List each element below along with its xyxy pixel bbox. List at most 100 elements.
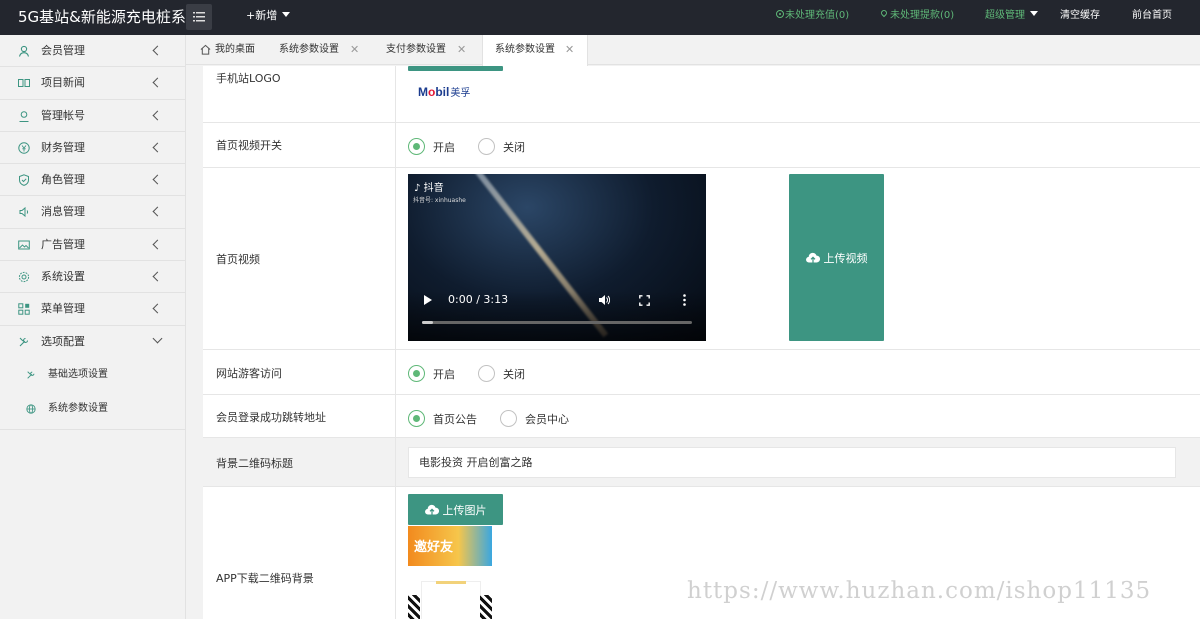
column-divider	[395, 395, 396, 437]
sidebar-item-label: 选项配置	[41, 334, 85, 348]
close-icon[interactable]: ✕	[350, 35, 359, 65]
picture-icon	[18, 239, 30, 251]
sidebar-item-messages[interactable]: 消息管理	[0, 196, 185, 229]
cloud-upload-icon	[805, 252, 820, 263]
sidebar-item-finance[interactable]: 财务管理	[0, 132, 185, 165]
sidebar-item-menus[interactable]: 菜单管理	[0, 293, 185, 326]
chevron-left-icon	[152, 271, 163, 282]
radio-unchecked-icon	[478, 365, 495, 382]
chevron-left-icon	[152, 110, 163, 121]
pending-recharge-link[interactable]: 未处理充值(0)	[776, 0, 849, 35]
yen-icon	[18, 142, 30, 154]
cloud-upload-icon	[424, 504, 439, 515]
sidebar-item-news[interactable]: 项目新闻	[0, 67, 185, 100]
radio-label: 关闭	[503, 368, 525, 381]
chevron-left-icon	[152, 77, 163, 88]
sidebar-item-roles[interactable]: 角色管理	[0, 164, 185, 197]
video-progress-fill	[422, 321, 433, 324]
brand-title: 5G基站&新能源充电桩系	[18, 8, 185, 26]
location-icon	[879, 8, 889, 18]
form-row-guest-access: 网站游客访问 开启 关闭	[203, 350, 1200, 395]
tab-system-params-active[interactable]: 系统参数设置 ✕	[482, 35, 588, 66]
sidebar-item-options[interactable]: 选项配置	[0, 326, 185, 358]
radio-checked-icon	[408, 365, 425, 382]
upload-image-button[interactable]: 上传图片	[408, 494, 503, 525]
tab-label: 系统参数设置	[279, 44, 339, 55]
thumbnail-title: 邀好友	[414, 540, 454, 555]
tab-bar: 我的桌面 系统参数设置 ✕ 支付参数设置 ✕ 系统参数设置 ✕	[186, 35, 1200, 66]
frontend-home-link[interactable]: 前台首页	[1132, 0, 1172, 35]
video-time: 0:00 / 3:13	[448, 293, 509, 306]
record-icon	[776, 10, 784, 18]
upload-logo-button[interactable]	[408, 66, 503, 71]
tab-home[interactable]: 我的桌面	[186, 35, 268, 65]
tab-label: 系统参数设置	[495, 44, 555, 55]
sidebar-item-label: 系统设置	[41, 270, 85, 284]
sidebar-item-label: 管理帐号	[41, 108, 85, 122]
admin-menu[interactable]: 超级管理	[985, 0, 1038, 35]
tool-icon	[26, 370, 36, 380]
sidebar-item-system[interactable]: 系统设置	[0, 261, 185, 294]
radio-unchecked-icon	[478, 138, 495, 155]
radio-label: 会员中心	[525, 413, 569, 426]
radio-label: 首页公告	[433, 413, 477, 426]
sidebar-item-members[interactable]: 会员管理	[0, 35, 185, 68]
menu-toggle-button[interactable]	[186, 4, 212, 30]
close-icon[interactable]: ✕	[565, 35, 574, 65]
home-icon	[200, 44, 211, 55]
fullscreen-icon[interactable]	[639, 295, 650, 306]
chevron-left-icon	[152, 142, 163, 153]
column-divider	[395, 123, 396, 167]
caret-down-icon	[282, 11, 291, 17]
sidebar-subitem-basic-options[interactable]: 基础选项设置	[0, 358, 185, 392]
sidebar-item-label: 消息管理	[41, 205, 85, 219]
sidebar-subitem-label: 基础选项设置	[48, 368, 108, 380]
column-divider	[395, 66, 396, 122]
user-icon	[18, 45, 30, 57]
qr-background-thumbnail-1: 邀好友	[408, 526, 492, 566]
clear-cache-link[interactable]: 清空缓存	[1060, 0, 1100, 35]
form-row-login-redirect: 会员登录成功跳转地址 首页公告 会员中心	[203, 395, 1200, 438]
qr-background-thumbnail-2	[408, 581, 494, 619]
shield-icon	[18, 174, 30, 187]
gear-icon	[18, 271, 30, 283]
close-icon[interactable]: ✕	[457, 35, 466, 65]
sidebar-item-accounts[interactable]: 管理帐号	[0, 100, 185, 132]
settings-form: 手机站LOGO Mobil美孚 首页视频开关 开启 关闭 首页视频 ♪ 抖音 抖…	[203, 66, 1200, 619]
play-icon[interactable]	[424, 295, 432, 305]
add-new-menu[interactable]: +新增	[246, 0, 291, 35]
mobile-logo-label: 手机站LOGO	[216, 72, 281, 85]
thumbnail-stripes	[480, 595, 492, 619]
chevron-left-icon	[152, 174, 163, 185]
login-redirect-label: 会员登录成功跳转地址	[216, 411, 326, 424]
pending-recharge-label: 未处理充值(0)	[785, 10, 850, 21]
more-options-icon[interactable]	[683, 294, 686, 306]
sidebar-item-label: 项目新闻	[41, 76, 85, 90]
radio-label: 开启	[433, 368, 455, 381]
qr-title-input[interactable]: 电影投资 开启创富之路	[408, 447, 1176, 478]
chevron-down-icon	[152, 333, 163, 344]
mobile-logo-image: Mobil美孚	[418, 85, 471, 99]
video-progress-bar[interactable]	[422, 321, 692, 324]
sidebar-subitem-system-params[interactable]: 系统参数设置	[0, 392, 185, 430]
site-watermark: https://www.huzhan.com/ishop11135	[687, 578, 1152, 604]
sidebar-item-label: 财务管理	[41, 140, 85, 154]
column-divider	[395, 168, 396, 349]
column-divider	[395, 438, 396, 486]
caret-down-icon	[1030, 10, 1038, 16]
upload-video-button[interactable]: 上传视频	[789, 174, 884, 341]
video-overlay-id: 抖音号: xinhuashe	[413, 197, 466, 204]
pending-withdraw-link[interactable]: 未处理提款(0)	[879, 0, 955, 35]
grid-icon	[18, 303, 30, 316]
volume-icon[interactable]	[598, 294, 610, 306]
tab-payment-params[interactable]: 支付参数设置 ✕	[386, 35, 472, 65]
pending-withdraw-label: 未处理提款(0)	[890, 10, 955, 21]
thumbnail-inner	[421, 581, 481, 619]
sidebar-item-ads[interactable]: 广告管理	[0, 229, 185, 262]
home-video-player[interactable]: ♪ 抖音 抖音号: xinhuashe 0:00 / 3:13	[408, 174, 706, 341]
sidebar-item-label: 菜单管理	[41, 302, 85, 316]
radio-checked-icon	[408, 410, 425, 427]
account-icon	[18, 110, 30, 122]
globe-icon	[26, 404, 36, 414]
tab-system-params-1[interactable]: 系统参数设置 ✕	[279, 35, 365, 65]
